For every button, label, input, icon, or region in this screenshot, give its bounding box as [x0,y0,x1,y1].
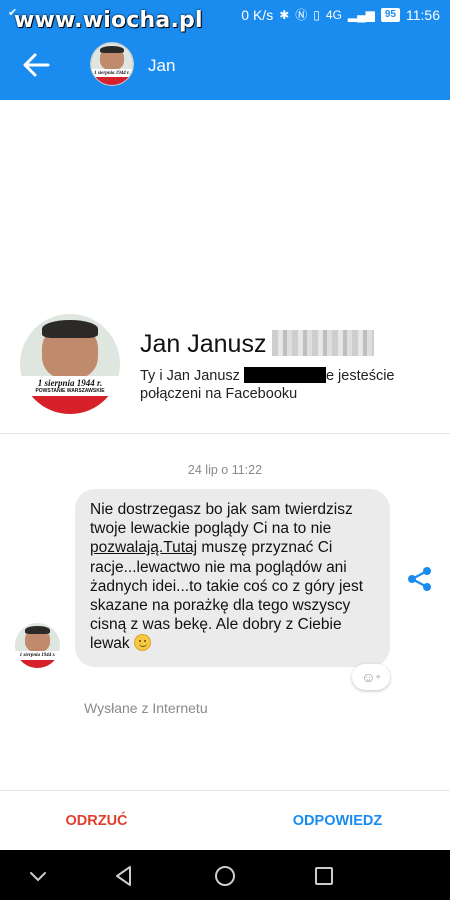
message-bubble[interactable]: Nie dostrzegasz bo jak sam twierdzisz tw… [75,489,390,667]
system-nav-bar [0,850,450,900]
header-avatar-caption: 1 sierpnia 1944 r. [94,70,130,76]
profile-name-text: Jan Janusz [140,330,267,358]
sender-avatar-caption: 1 sierpnia 1944 r. [19,652,56,658]
desc-part2: e jesteście [325,368,395,384]
status-bar: ✔ www.wiocha.pl 0 K/s ✱ Ⓝ ▯ 4G ▂▄▆ 95 11… [0,0,450,34]
profile-avatar-subcaption: POWSTANIE WARSZAWSKIE [35,388,105,394]
decline-button[interactable]: ODRZUĆ [0,791,225,851]
blurred-surname [272,330,375,356]
section-divider [0,433,450,434]
decline-label: ODRZUĆ [65,813,128,829]
circle-home-icon[interactable] [213,864,237,888]
profile-avatar-caption: 1 sierpnia 1944 r. [37,378,103,388]
desc-part1: Ty i Jan Janusz [140,368,240,384]
sent-via-label: Wysłane z Internetu [84,700,208,716]
header-contact-name[interactable]: Jan [148,56,175,76]
smile-emoji-icon [133,634,151,652]
watermark: www.wiocha.pl [14,8,203,33]
message-timestamp: 24 lip o 11:22 [187,463,263,477]
bluetooth-icon: ✱ [279,7,290,22]
profile-avatar[interactable]: 1 sierpnia 1944 r. POWSTANIE WARSZAWSKIE [20,314,120,414]
connection-description: Ty i Jan Janusz e jesteście połączeni na… [140,367,440,403]
share-icon[interactable] [406,565,434,593]
desc-part3: połączeni na Facebooku [140,386,298,402]
header-avatar[interactable]: 1 sierpnia 1944 r. [90,42,134,86]
back-arrow-icon[interactable] [22,52,50,78]
redacted-surname [243,367,326,383]
app-bar: ✔ www.wiocha.pl 0 K/s ✱ Ⓝ ▯ 4G ▂▄▆ 95 11… [0,0,450,100]
reply-button[interactable]: ODPOWIEDZ [225,791,450,851]
triangle-back-icon[interactable] [112,864,136,888]
sender-avatar[interactable]: 1 sierpnia 1944 r. [15,623,60,668]
battery-icon: 95 [380,7,400,22]
reply-label: ODPOWIEDZ [292,813,383,829]
message-link[interactable]: pozwalają.Tutaj [90,539,197,556]
network-type: 4G [325,7,342,22]
request-action-bar: ODRZUĆ ODPOWIEDZ [0,790,450,850]
message-text-part1: Nie dostrzegasz bo jak sam twierdzisz tw… [90,501,353,538]
signal-icon: ▂▄▆ [347,7,375,22]
add-reaction-icon[interactable]: ☺ + [352,664,390,690]
network-speed: 0 K/s [241,6,274,23]
clock: 11:56 [406,6,440,23]
vibrate-icon: ▯ [313,7,320,22]
chevron-down-icon[interactable] [26,864,50,888]
status-indicators: 0 K/s ✱ Ⓝ ▯ 4G ▂▄▆ 95 11:56 [241,6,440,23]
messenger-screen: ✔ www.wiocha.pl 0 K/s ✱ Ⓝ ▯ 4G ▂▄▆ 95 11… [0,0,450,900]
nfc-icon: Ⓝ [295,8,308,22]
square-recents-icon[interactable] [312,864,336,888]
profile-name: Jan Janusz [140,330,375,359]
